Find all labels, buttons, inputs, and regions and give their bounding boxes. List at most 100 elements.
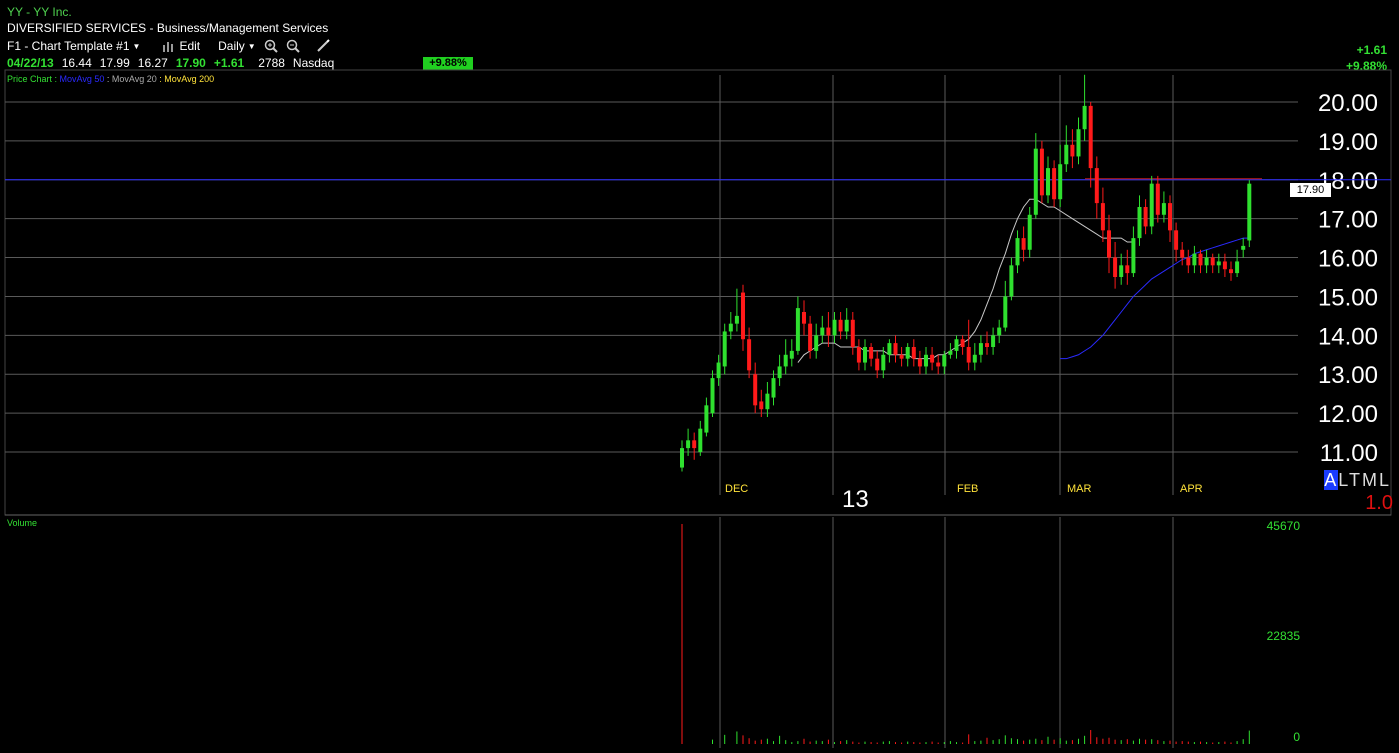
candle-body [1198, 253, 1203, 266]
candle-body [936, 362, 941, 367]
candle-body [1192, 253, 1197, 266]
candle-body [680, 448, 684, 468]
candle-body [960, 339, 965, 347]
candle-body [1027, 214, 1032, 250]
candle-body [1247, 183, 1252, 241]
candle-body [869, 347, 874, 359]
volume-title: Volume [7, 518, 38, 528]
ma50-line [1060, 237, 1250, 360]
candle-body [850, 319, 855, 347]
candle-body [1015, 238, 1020, 266]
candle-body [1064, 144, 1069, 165]
price-chart[interactable]: 20.0019.0018.0017.0016.0015.0014.0013.00… [0, 0, 1399, 753]
y-tick-label: 15.00 [1318, 284, 1378, 311]
mode-a-button[interactable]: A [1324, 470, 1339, 490]
candle-body [1149, 183, 1154, 227]
candle-body [966, 347, 971, 363]
mode-l-button[interactable]: L [1338, 470, 1349, 490]
candle-body [893, 343, 898, 355]
candle-body [1210, 257, 1215, 266]
y-tick-label: 20.00 [1318, 90, 1378, 117]
candle-body [1003, 296, 1008, 328]
candle-body [1229, 269, 1233, 274]
candle-body [832, 319, 837, 336]
candle-body [1216, 261, 1221, 266]
candle-body [972, 354, 977, 363]
y-tick-label: 19.00 [1318, 129, 1378, 156]
candle-body [1204, 257, 1209, 266]
candle-body [747, 339, 752, 371]
candle-body [997, 327, 1002, 336]
candle-body [1100, 203, 1105, 231]
candle-body [1186, 257, 1191, 266]
scale-factor: 1.0 [1365, 492, 1393, 514]
candle-body [753, 374, 758, 406]
year-label: 13 [842, 486, 869, 513]
candle-body [1143, 207, 1148, 227]
candle-body [1070, 144, 1075, 157]
candle-body [985, 343, 989, 347]
candle-body [1180, 249, 1185, 258]
y-tick-label: 12.00 [1318, 401, 1378, 428]
candle-body [875, 358, 880, 371]
ma20-line [797, 198, 1134, 363]
candle-body [954, 339, 959, 351]
candle-body [1107, 230, 1111, 258]
candle-body [1161, 203, 1166, 215]
volume-tick-label: 45670 [1267, 519, 1301, 533]
volume-tick-label: 0 [1293, 730, 1300, 744]
candle-body [905, 347, 910, 359]
candle-body [887, 343, 892, 355]
candle-body [844, 319, 849, 332]
candle-body [838, 319, 843, 332]
candle-body [1039, 148, 1044, 196]
candle-body [1235, 261, 1240, 274]
candle-body [899, 354, 904, 359]
candle-body [686, 440, 691, 449]
candle-body [911, 347, 916, 359]
candle-body [1174, 230, 1179, 250]
month-label: FEB [957, 483, 978, 495]
candle-body [759, 401, 764, 410]
month-label: DEC [725, 483, 748, 495]
y-tick-label: 17.00 [1318, 207, 1378, 234]
candle-body [765, 393, 770, 410]
candle-body [716, 362, 721, 379]
candle-body [692, 440, 697, 449]
candle-body [942, 354, 947, 367]
mode-l2-button[interactable]: L [1379, 470, 1391, 490]
y-tick-label: 13.00 [1318, 362, 1378, 389]
candle-body [1076, 129, 1081, 157]
candle-body [856, 347, 861, 363]
candle-body [771, 378, 776, 398]
candle-body [741, 292, 745, 340]
candle-body [704, 405, 709, 433]
y-tick-label: 16.00 [1318, 246, 1378, 273]
candle-body [991, 335, 996, 347]
candle-body [917, 358, 922, 367]
last-price-tag: 17.90 [1290, 183, 1331, 197]
candle-body [1009, 265, 1014, 297]
candle-body [1125, 265, 1130, 274]
candle-body [948, 350, 953, 355]
candle-body [863, 347, 867, 363]
candle-body [1082, 105, 1087, 130]
mode-t-button[interactable]: T [1349, 470, 1362, 490]
scale-mode-selector: ALTML [1324, 470, 1391, 491]
candle-body [1155, 183, 1160, 215]
candle-body [1094, 168, 1099, 204]
candle-body [1222, 261, 1227, 270]
candle-body [698, 428, 703, 452]
candle-body [808, 323, 813, 351]
candle-body [783, 354, 788, 367]
candle-body [820, 327, 825, 336]
month-label: MAR [1067, 483, 1092, 495]
mode-m-button[interactable]: M [1362, 470, 1379, 490]
candle-body [728, 323, 733, 332]
candle-body [1131, 238, 1136, 274]
candle-body [722, 331, 727, 367]
candle-body [734, 315, 739, 324]
candle-body [1046, 168, 1050, 196]
candle-body [1137, 207, 1142, 239]
candle-body [1168, 203, 1172, 231]
